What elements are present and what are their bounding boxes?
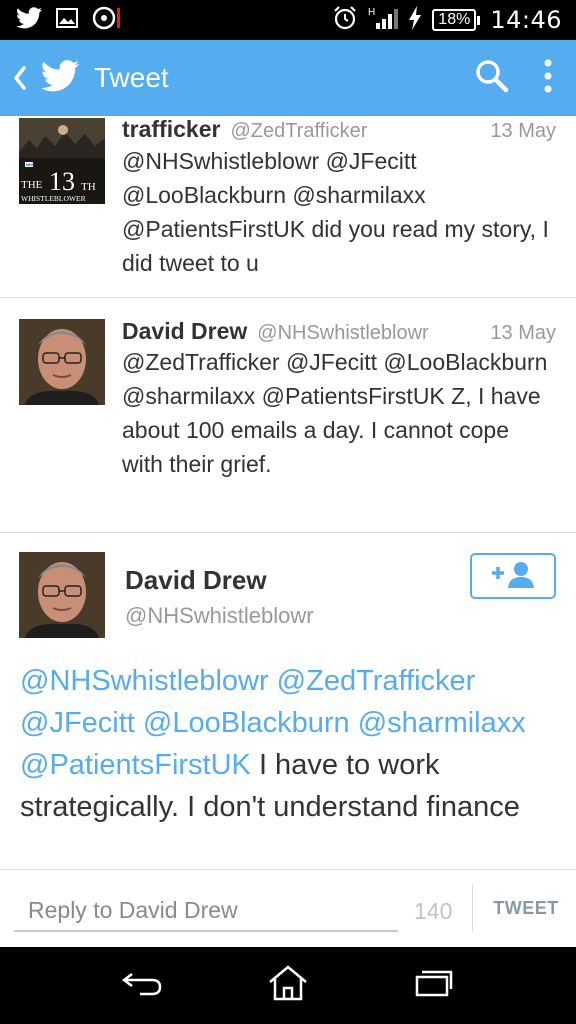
svg-text:13: 13 [49, 167, 75, 196]
back-chevron-icon[interactable] [0, 40, 40, 116]
overflow-menu-button[interactable] [520, 40, 576, 116]
media-icon [92, 6, 122, 35]
navigation-bar [0, 947, 576, 1024]
follow-button[interactable] [470, 553, 556, 599]
tweet-button[interactable]: TWEET [488, 898, 564, 919]
alarm-icon [332, 5, 358, 36]
search-button[interactable] [464, 40, 520, 116]
charging-icon [408, 5, 422, 35]
detail-tweet: David Drew @NHSwhistleblowr @NHSwhistleb… [0, 533, 576, 869]
recent-apps-button[interactable] [403, 956, 463, 1016]
battery-level: 18% [432, 9, 477, 31]
clock: 14:46 [490, 6, 562, 34]
author-handle[interactable]: @ZedTrafficker [230, 120, 367, 143]
reply-bar: Reply to David Drew 140 TWEET [0, 869, 576, 947]
back-button[interactable] [113, 956, 173, 1016]
tweet-header: trafficker @ZedTrafficker 13 May [122, 116, 556, 143]
avatar[interactable] [19, 319, 105, 405]
author-name[interactable]: trafficker [122, 116, 220, 143]
tweet-date: 13 May [490, 322, 556, 344]
back-icon [121, 968, 164, 1003]
svg-text:WHISTLEBLOWER: WHISTLEBLOWER [21, 194, 86, 203]
gallery-icon [56, 7, 78, 33]
tweet-text: @NHSwhistleblowr @JFecitt @LooBlackburn … [122, 148, 549, 276]
timeline-tweet[interactable]: NHS THE 13 TH WHISTLEBLOWER trafficker @… [0, 116, 576, 298]
svg-text:THE: THE [21, 179, 43, 191]
timeline-tweet[interactable]: David Drew @NHSwhistleblowr 13 May @ZedT… [0, 298, 576, 533]
twitter-bird-icon[interactable] [40, 59, 80, 97]
overflow-menu-icon [544, 59, 552, 98]
signal-icon: H [368, 6, 399, 35]
tweet-text: @ZedTrafficker @JFecitt @LooBlackburn @s… [122, 349, 548, 477]
reply-input[interactable]: Reply to David Drew [14, 890, 398, 932]
character-count: 140 [414, 898, 453, 924]
app-bar: Tweet [0, 40, 576, 116]
home-icon [266, 964, 310, 1007]
avatar[interactable]: NHS THE 13 TH WHISTLEBLOWER [19, 118, 105, 204]
author-name[interactable]: David Drew [122, 318, 247, 345]
svg-text:TH: TH [81, 181, 96, 193]
battery-icon: 18% [432, 9, 481, 31]
tweet-date: 13 May [490, 120, 556, 142]
twitter-notification-icon [16, 6, 42, 34]
svg-text:NHS: NHS [26, 162, 35, 167]
author-name[interactable]: David Drew [125, 565, 267, 596]
tweet-header: David Drew @NHSwhistleblowr 13 May [122, 318, 556, 345]
svg-text:H: H [368, 7, 375, 18]
status-bar: H 18% 14:46 [0, 0, 576, 40]
tweet-body: @NHSwhistleblowr @ZedTrafficker @JFecitt… [20, 660, 560, 828]
author-handle[interactable]: @NHSwhistleblowr [125, 603, 314, 629]
avatar[interactable] [19, 552, 105, 638]
divider [472, 884, 473, 932]
page-title: Tweet [94, 62, 169, 93]
recent-apps-icon [413, 968, 453, 1003]
home-button[interactable] [258, 956, 318, 1016]
author-handle[interactable]: @NHSwhistleblowr [257, 322, 428, 345]
search-icon [475, 59, 509, 98]
add-user-icon [490, 560, 536, 593]
